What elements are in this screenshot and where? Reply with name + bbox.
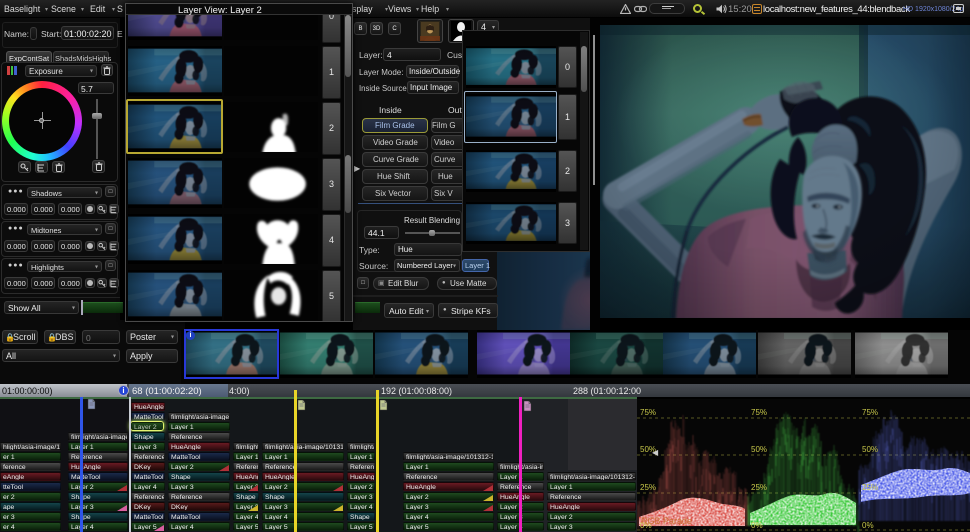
svg-text:25%: 25% xyxy=(751,483,767,492)
svg-text:75%: 75% xyxy=(862,408,878,417)
svg-text:RGB Parade: RGB Parade xyxy=(641,516,692,526)
svg-text:25%: 25% xyxy=(640,483,656,492)
svg-text:0%: 0% xyxy=(862,521,874,530)
svg-text:50%: 50% xyxy=(862,445,878,454)
svg-text:50%: 50% xyxy=(751,445,767,454)
svg-text:0%: 0% xyxy=(751,521,763,530)
svg-text:25%: 25% xyxy=(862,483,878,492)
svg-text:75%: 75% xyxy=(751,408,767,417)
svg-text:75%: 75% xyxy=(640,408,656,417)
